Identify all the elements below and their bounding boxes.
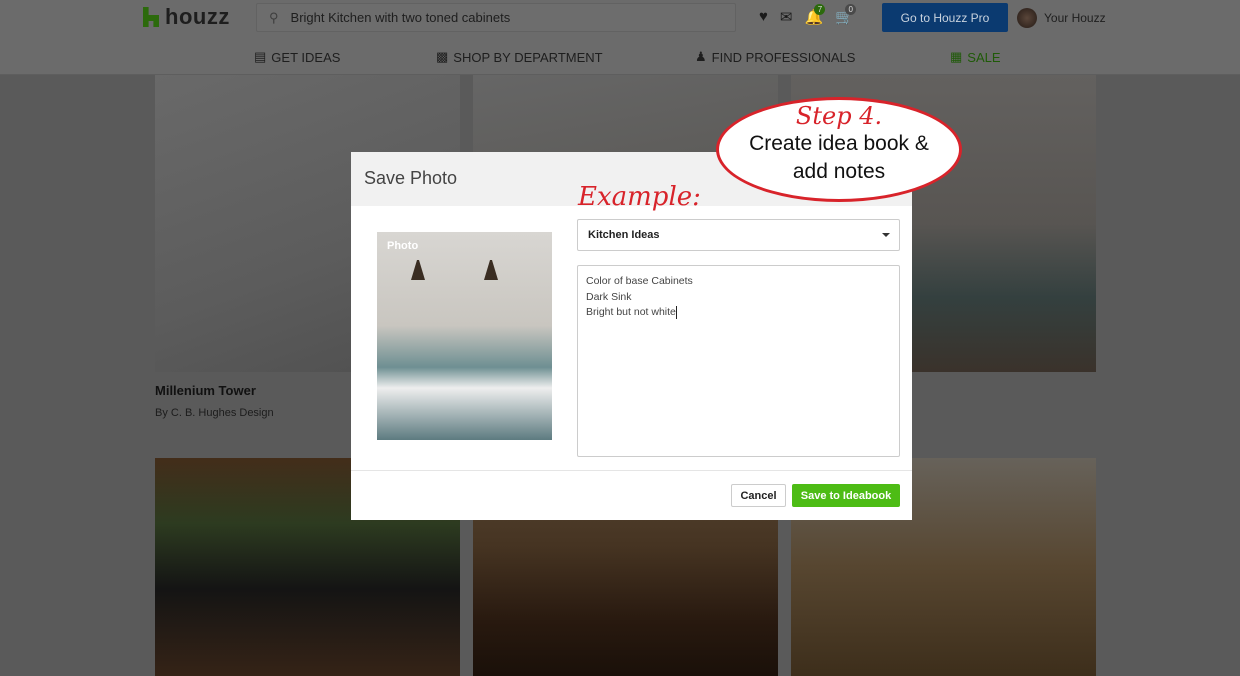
photo-thumbnail: Photo — [377, 232, 552, 440]
step-callout: Step 4. Create idea book & add notes — [716, 97, 962, 202]
note-line: Color of base Cabinets — [586, 275, 693, 287]
gift-icon: ▦ — [950, 49, 963, 64]
houzz-logo-icon — [143, 7, 159, 27]
note-line: Dark Sink — [586, 290, 632, 303]
bell-icon[interactable]: 🔔 7 — [804, 4, 826, 26]
cart-badge: 0 — [845, 4, 857, 15]
cancel-button[interactable]: Cancel — [731, 484, 786, 507]
nav-find-professionals[interactable]: ♟ FIND PROFESSIONALS — [695, 49, 855, 65]
nav-sale[interactable]: ▦ SALE — [950, 49, 1001, 65]
top-header: houzz ⚲ Bright Kitchen with two toned cab… — [0, 0, 1240, 38]
search-input[interactable]: ⚲ Bright Kitchen with two toned cabinets — [256, 3, 736, 32]
nav-label: GET IDEAS — [271, 49, 341, 65]
step-label: Step 4. — [795, 102, 883, 130]
chair-icon: ▩ — [436, 49, 449, 64]
search-value: Bright Kitchen with two toned cabinets — [290, 10, 511, 25]
nav-label: FIND PROFESSIONALS — [711, 49, 856, 65]
photo-byline[interactable]: By C. B. Hughes Design — [155, 407, 274, 419]
nav-shop-by-department[interactable]: ▩ SHOP BY DEPARTMENT — [436, 49, 603, 65]
pendant-light — [484, 232, 498, 280]
nav-label: SALE — [967, 49, 1001, 65]
go-to-houzz-pro-button[interactable]: Go to Houzz Pro — [882, 3, 1008, 32]
cart-icon[interactable]: 🛒 0 — [835, 4, 857, 26]
notes-textarea[interactable]: Color of base Cabinets Dark Sink Bright … — [577, 265, 900, 457]
ideabook-select[interactable]: Kitchen Ideas — [577, 219, 900, 251]
callout-line: add notes — [792, 160, 886, 183]
note-line: Bright but not white — [586, 306, 676, 318]
nav-label: SHOP BY DEPARTMENT — [453, 49, 603, 65]
ideabook-selected: Kitchen Ideas — [588, 229, 660, 241]
logo-text: houzz — [165, 4, 230, 29]
person-icon: ♟ — [695, 49, 707, 64]
photo-title[interactable]: Millenium Tower — [155, 383, 256, 398]
notifications-badge: 7 — [814, 4, 826, 15]
heart-icon[interactable]: ♥ — [759, 8, 768, 26]
chevron-down-icon — [882, 233, 890, 241]
text-cursor — [675, 306, 677, 319]
mail-icon[interactable]: ✉ — [780, 8, 793, 26]
houzz-logo[interactable]: houzz — [143, 4, 230, 30]
ideabook-icon: ▤ — [254, 49, 267, 64]
callout-line: Create idea book & — [749, 132, 929, 155]
search-icon: ⚲ — [269, 9, 279, 25]
save-to-ideabook-button[interactable]: Save to Ideabook — [792, 484, 900, 507]
example-annotation: Example: — [578, 182, 701, 212]
main-nav: ▤ GET IDEAS ▩ SHOP BY DEPARTMENT ♟ FIND PRO… — [0, 38, 1240, 75]
nav-get-ideas[interactable]: ▤ GET IDEAS — [254, 49, 340, 65]
your-houzz-link[interactable]: Your Houzz — [1044, 11, 1106, 25]
avatar[interactable] — [1017, 8, 1037, 28]
divider — [351, 470, 912, 471]
photo-label: Photo — [387, 240, 419, 252]
